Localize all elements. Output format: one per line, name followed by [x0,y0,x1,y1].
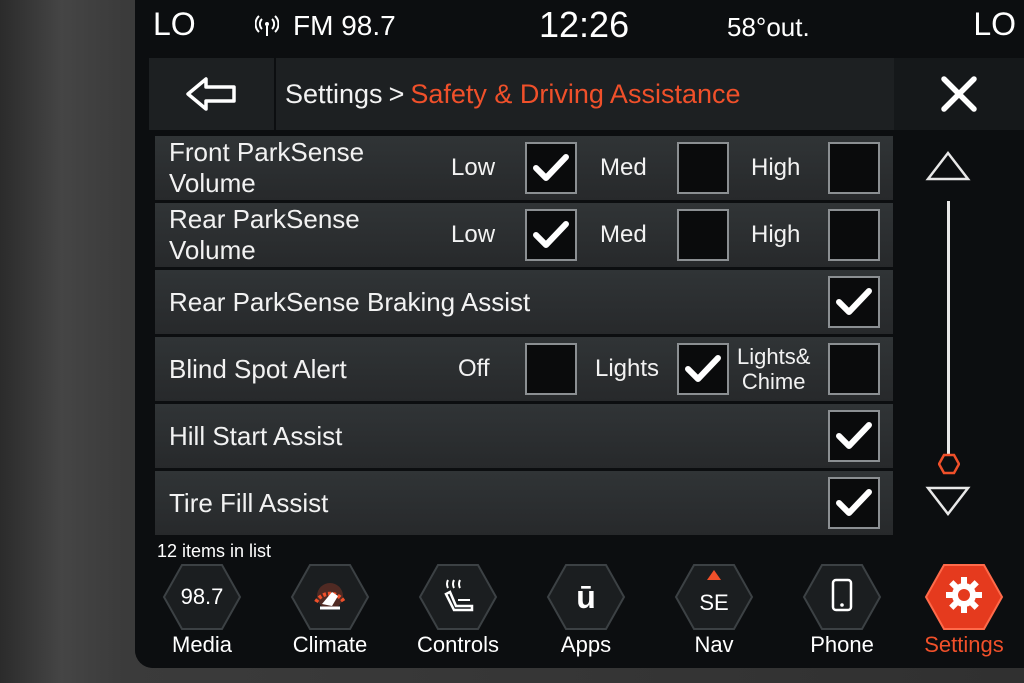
scroll-up-icon[interactable] [925,150,971,182]
nav-settings[interactable]: Settings [899,560,1024,668]
nav-label: Phone [810,632,874,657]
outside-temp: 58°out. [727,12,810,42]
checkbox-blind-spot-lights[interactable] [677,343,729,395]
scroll-track[interactable] [947,201,950,454]
checkbox-rear-high[interactable] [828,209,880,261]
nav-nav[interactable]: SE Nav [649,560,776,668]
option-med-label: Med [600,221,647,248]
checkbox-blind-spot-lights-chime[interactable] [828,343,880,395]
nav-label: Apps [560,632,612,657]
checkbox-blind-spot-off[interactable] [525,343,577,395]
close-button[interactable] [894,58,1024,130]
checkbox-front-low[interactable] [525,142,577,194]
row-hill-start-assist[interactable]: Hill Start Assist [155,404,893,468]
checkbox-tire-fill-assist[interactable] [828,477,880,529]
row-blind-spot-alert: Blind Spot Alert Off Lights Lights& Chime [155,337,893,401]
option-lights-chime-label: Lights& Chime [737,344,811,394]
row-label: Hill Start Assist [169,420,343,451]
checkmark-icon [836,288,872,315]
nav-label: Controls [417,632,499,657]
nav-label: Settings [924,632,1004,657]
row-label: Blind Spot Alert [169,353,347,384]
bottom-nav: 98.7 Media Climate Controls ū Apps SE Na… [135,560,1024,668]
row-label: Rear ParkSense Braking Assist [169,286,531,317]
nav-media[interactable]: 98.7 Media [137,560,264,668]
checkmark-icon [685,355,721,382]
breadcrumb-root[interactable]: Settings [285,79,383,109]
uconnect-apps-icon: ū [576,578,596,615]
nav-label: Climate [292,632,368,657]
passenger-temp[interactable]: LO [973,6,1016,43]
back-button[interactable] [149,58,276,130]
checkbox-rear-low[interactable] [525,209,577,261]
option-lights-label: Lights [595,355,660,382]
scroll-down-icon[interactable] [925,485,971,517]
heated-seat-icon [444,579,474,612]
checkbox-rear-braking-assist[interactable] [828,276,880,328]
breadcrumb: Settings > Safety & Driving Assistance [285,58,741,130]
option-off-label: Off [458,355,490,382]
breadcrumb-separator: > [388,79,405,109]
checkbox-hill-start-assist[interactable] [828,410,880,462]
checkmark-icon [836,489,872,516]
checkbox-front-med[interactable] [677,142,729,194]
row-front-parksense-volume: Front ParkSense Volume Low Med High [155,136,893,200]
media-station-label: 98.7 [180,584,224,609]
row-label: Front ParkSense Volume [169,137,365,198]
settings-list: Front ParkSense Volume Low Med High Rear … [155,136,893,538]
breadcrumb-current: Safety & Driving Assistance [410,79,741,109]
nav-climate[interactable]: Climate [265,560,392,668]
checkmark-icon [836,422,872,449]
option-high-label: High [751,221,801,248]
radio-signal-icon [254,14,280,44]
nav-controls[interactable]: Controls [393,560,520,668]
driver-temp[interactable]: LO [153,6,196,43]
head-unit-screen: LO FM 98.7 12:26 58°out. LO Settings > Saf… [135,0,1024,668]
checkmark-icon [533,154,569,181]
list-count: 12 items in list [157,541,272,561]
checkmark-icon [533,221,569,248]
status-bar: LO FM 98.7 12:26 58°out. LO [135,0,1024,56]
row-label: Rear ParkSense Volume [169,204,360,265]
nav-phone[interactable]: Phone [777,560,904,668]
row-rear-parksense-volume: Rear ParkSense Volume Low Med High [155,203,893,267]
radio-station[interactable]: FM 98.7 [293,10,396,42]
title-bar: Settings > Safety & Driving Assistance [149,58,1024,130]
row-tire-fill-assist[interactable]: Tire Fill Assist [155,471,893,535]
phone-icon [831,578,853,612]
option-high-label: High [751,154,801,181]
checkbox-front-high[interactable] [828,142,880,194]
option-med-label: Med [600,154,647,181]
option-low-label: Low [451,154,496,181]
row-label: Tire Fill Assist [169,487,329,518]
nav-apps[interactable]: ū Apps [521,560,648,668]
checkbox-rear-med[interactable] [677,209,729,261]
nav-label: Media [172,632,232,657]
compass-heading: SE [699,590,729,615]
close-icon [941,76,977,112]
option-low-label: Low [451,221,496,248]
scroll-thumb[interactable] [938,453,960,475]
nav-label: Nav [694,632,734,657]
clock: 12:26 [539,4,630,45]
climate-seat-icon [314,583,346,610]
back-arrow-icon [185,77,236,111]
row-rear-braking-assist[interactable]: Rear ParkSense Braking Assist [155,270,893,334]
scrollbar[interactable] [925,145,971,520]
gear-icon [946,577,982,613]
